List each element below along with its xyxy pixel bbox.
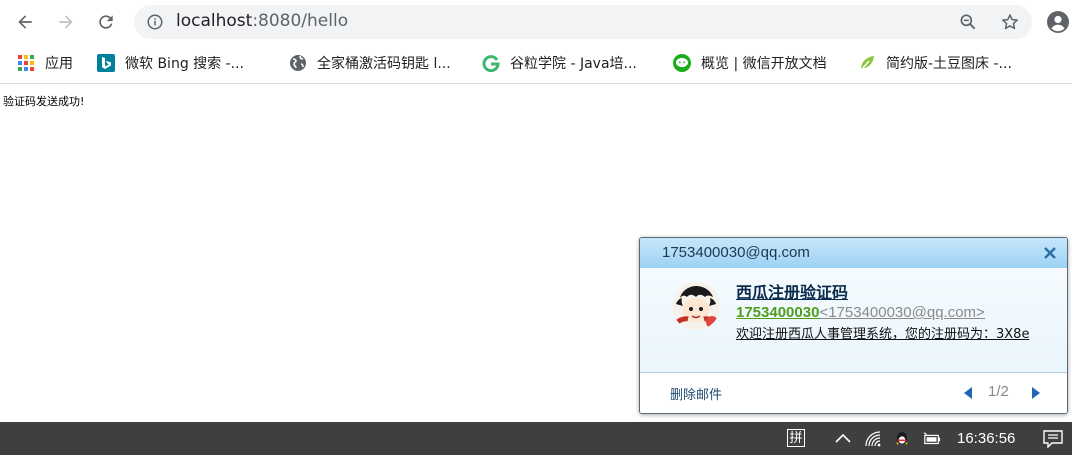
- url-text[interactable]: localhost:8080/hello: [176, 11, 348, 31]
- profile-avatar-icon[interactable]: [1046, 10, 1070, 34]
- back-button[interactable]: [11, 8, 39, 36]
- page-message: 验证码发送成功!: [3, 95, 85, 108]
- url-host: localhost: [176, 11, 253, 31]
- forward-button[interactable]: [52, 8, 80, 36]
- bookmark-apps[interactable]: 应用: [17, 52, 73, 74]
- chevron-up-icon[interactable]: [834, 430, 852, 448]
- notification-footer: 删除邮件 1/2: [640, 372, 1067, 413]
- arrow-right-icon: [59, 15, 73, 29]
- next-icon[interactable]: [1030, 386, 1042, 400]
- taskbar-clock[interactable]: 16:36:56: [957, 430, 1015, 447]
- notification-account: 1753400030@qq.com: [662, 244, 810, 261]
- leaf-icon: [858, 54, 876, 72]
- apps-grid-icon: [17, 54, 35, 72]
- qq-icon[interactable]: [893, 430, 911, 448]
- battery-icon[interactable]: [923, 430, 941, 448]
- zoom-icon[interactable]: [958, 12, 978, 32]
- mail-subject-link[interactable]: 西瓜注册验证码: [736, 279, 848, 303]
- globe-icon: [289, 54, 307, 72]
- sender-avatar: [672, 282, 720, 330]
- bookmark-bing[interactable]: 微软 Bing 搜索 -...: [97, 52, 244, 74]
- bookmarks-bar: 应用 微软 Bing 搜索 -... 全家桶激活码钥匙 l... 谷粒学院 - …: [0, 44, 1072, 84]
- bookmark-keys[interactable]: 全家桶激活码钥匙 l...: [289, 52, 451, 74]
- url-path: :8080/hello: [252, 11, 349, 31]
- from-address: <1753400030@qq.com>: [819, 304, 985, 321]
- bookmark-wechat-docs[interactable]: 概览 | 微信开放文档: [673, 52, 827, 74]
- notification-body[interactable]: 西瓜注册验证码 1753400030<1753400030@qq.com> 欢迎…: [640, 268, 1067, 372]
- bookmark-guli[interactable]: 谷粒学院 - Java培...: [482, 52, 637, 74]
- mail-notification-popup[interactable]: 1753400030@qq.com 西瓜注册验证码 1753400030<175…: [639, 237, 1068, 414]
- wechat-icon: [673, 54, 691, 72]
- bookmark-label: 概览 | 微信开放文档: [701, 56, 827, 72]
- bookmark-label: 微软 Bing 搜索 -...: [125, 56, 245, 72]
- bookmark-label: 全家桶激活码钥匙 l...: [317, 56, 451, 72]
- bookmark-label: 谷粒学院 - Java培...: [510, 56, 637, 72]
- bookmark-label: 应用: [45, 56, 73, 72]
- guli-icon: [482, 54, 500, 72]
- notification-header: 1753400030@qq.com: [640, 238, 1067, 268]
- reload-icon: [99, 15, 113, 29]
- address-bar[interactable]: localhost:8080/hello: [134, 5, 1032, 39]
- pager-count: 1/2: [988, 383, 1009, 400]
- mail-preview[interactable]: 欢迎注册西瓜人事管理系统，您的注册码为：3X8e: [736, 324, 1046, 345]
- ime-indicator[interactable]: 拼: [787, 429, 805, 447]
- bookmark-label: 简约版-土豆图床 -...: [886, 56, 1012, 72]
- mail-from[interactable]: 1753400030<1753400030@qq.com>: [736, 304, 985, 321]
- close-icon[interactable]: [1041, 244, 1059, 262]
- bookmark-star-icon[interactable]: [1000, 12, 1020, 32]
- info-icon[interactable]: [146, 13, 164, 31]
- delete-mail-link[interactable]: 删除邮件: [670, 384, 722, 403]
- arrow-left-icon: [18, 15, 32, 29]
- previous-icon[interactable]: [962, 386, 974, 400]
- browser-toolbar: localhost:8080/hello: [0, 0, 1072, 44]
- wifi-icon[interactable]: [864, 430, 882, 448]
- bookmark-tudou-imagebed[interactable]: 简约版-土豆图床 -...: [858, 52, 1012, 74]
- taskbar: 拼 16:36:56: [0, 422, 1072, 455]
- notification-center-icon[interactable]: [1043, 430, 1063, 448]
- bing-icon: [97, 54, 115, 72]
- reload-button[interactable]: [92, 8, 120, 36]
- from-name: 1753400030: [736, 304, 820, 321]
